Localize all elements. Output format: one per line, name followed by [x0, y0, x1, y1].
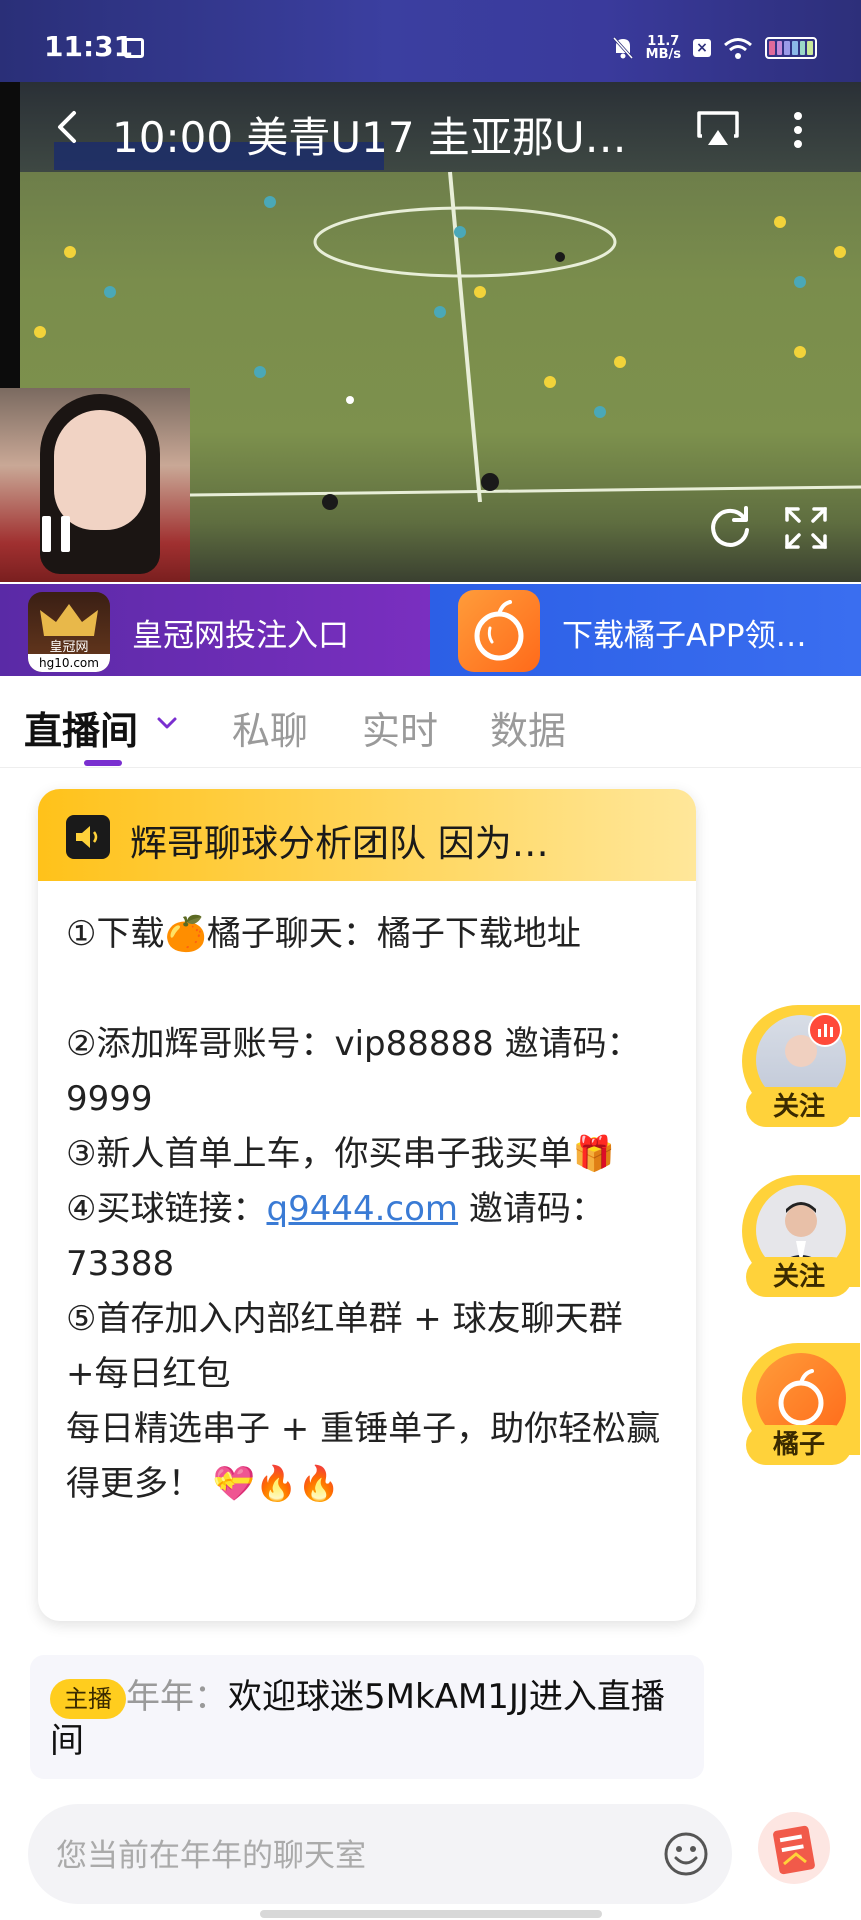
network-speed: 11.7 MB/s	[645, 34, 681, 62]
chat-area[interactable]: 辉哥聊球分析团队 因为… ①下载🍊橘子聊天：橘子下载地址 ②添加辉哥账号：vip…	[0, 769, 861, 1799]
sender-name[interactable]: 年年：	[126, 1677, 228, 1717]
follow-button[interactable]: 关注	[746, 1257, 852, 1297]
calendar-icon	[124, 38, 144, 58]
follow-button[interactable]: 关注	[746, 1087, 852, 1127]
bet-link[interactable]: q9444.com	[266, 1189, 458, 1229]
tab-private-chat[interactable]: 私聊	[232, 700, 308, 755]
live-signal-icon	[808, 1013, 842, 1047]
streamer-camera	[0, 388, 190, 582]
orange-icon	[474, 600, 524, 661]
orange-app-entry[interactable]: 橘子	[742, 1343, 860, 1465]
chat-input-bar	[0, 1800, 861, 1920]
refresh-icon[interactable]	[708, 506, 752, 550]
orange-app-label[interactable]: 橘子	[746, 1425, 852, 1465]
wifi-icon	[724, 38, 752, 59]
promo-banner-label: 皇冠网投注入口	[132, 618, 349, 654]
promo-banners: 皇冠网 hg10.com 皇冠网投注入口 下载橘子APP领…	[0, 584, 861, 676]
status-bar: 11:31 11.7 MB/s ×	[0, 0, 861, 82]
more-options-icon[interactable]	[784, 110, 812, 150]
promo-banner-crown[interactable]: 皇冠网 hg10.com 皇冠网投注入口	[0, 584, 430, 676]
pause-icon[interactable]	[40, 514, 72, 554]
follow-host-1[interactable]: 关注	[742, 1005, 860, 1127]
status-time: 11:31	[44, 30, 134, 63]
promo-banner-label: 下载橘子APP领…	[562, 618, 807, 654]
back-arrow-icon[interactable]	[52, 110, 86, 144]
gift-icon[interactable]	[756, 1806, 832, 1890]
announcement-line: ③新人首单上车，你买串子我买单🎁	[66, 1134, 615, 1174]
home-indicator	[260, 1910, 602, 1918]
app-notification-icon: ×	[693, 39, 711, 57]
active-tab-indicator	[84, 760, 122, 766]
announcement-card: 辉哥聊球分析团队 因为… ①下载🍊橘子聊天：橘子下载地址 ②添加辉哥账号：vip…	[38, 789, 696, 1621]
orange-app-logo	[458, 590, 540, 672]
announcement-title: 辉哥聊球分析团队 因为…	[130, 822, 549, 865]
announcement-line: ①下载🍊橘子聊天：橘子下载地址	[66, 914, 581, 954]
cast-icon[interactable]	[696, 110, 740, 148]
announcement-line: ④买球链接：q9444.com 邀请码：73388	[66, 1189, 605, 1284]
chat-input-container[interactable]	[28, 1804, 732, 1904]
host-badge: 主播	[50, 1678, 126, 1719]
announcement-header: 辉哥聊球分析团队 因为…	[38, 789, 696, 881]
chevron-down-icon[interactable]	[156, 716, 178, 730]
emoji-icon[interactable]	[662, 1830, 710, 1878]
battery-icon	[765, 37, 817, 59]
tab-live-room[interactable]: 直播间	[24, 700, 138, 755]
fullscreen-icon[interactable]	[784, 506, 828, 550]
announcement-line: ②添加辉哥账号：vip88888 邀请码：9999	[66, 1024, 641, 1119]
announcement-line: ⑤首存加入内部红单群 + 球友聊天群+每日红包	[66, 1299, 623, 1394]
video-player[interactable]: 10:00 美青U17 圭亚那U17 …	[0, 82, 861, 582]
chat-message: 主播 年年：欢迎球迷5MkAM1JJ进入直播间	[30, 1655, 704, 1779]
crown-logo: 皇冠网 hg10.com	[28, 592, 110, 672]
chat-input[interactable]	[56, 1834, 656, 1878]
silent-bell-icon	[612, 36, 633, 60]
tab-bar: 直播间 私聊 实时 数据	[0, 676, 861, 768]
tab-live-stats[interactable]: 实时	[362, 700, 438, 755]
follow-host-2[interactable]: 关注	[742, 1175, 860, 1297]
announcement-body: ①下载🍊橘子聊天：橘子下载地址 ②添加辉哥账号：vip88888 邀请码：999…	[66, 907, 678, 1512]
speaker-icon	[66, 815, 110, 859]
tab-data[interactable]: 数据	[490, 700, 566, 755]
announcement-line: 每日精选串子 + 重锤单子，助你轻松赢得更多！ 💝🔥🔥	[66, 1409, 661, 1504]
status-icons: 11.7 MB/s ×	[612, 30, 817, 66]
video-title: 10:00 美青U17 圭亚那U17 …	[112, 113, 642, 162]
promo-banner-orange[interactable]: 下载橘子APP领…	[430, 584, 861, 676]
